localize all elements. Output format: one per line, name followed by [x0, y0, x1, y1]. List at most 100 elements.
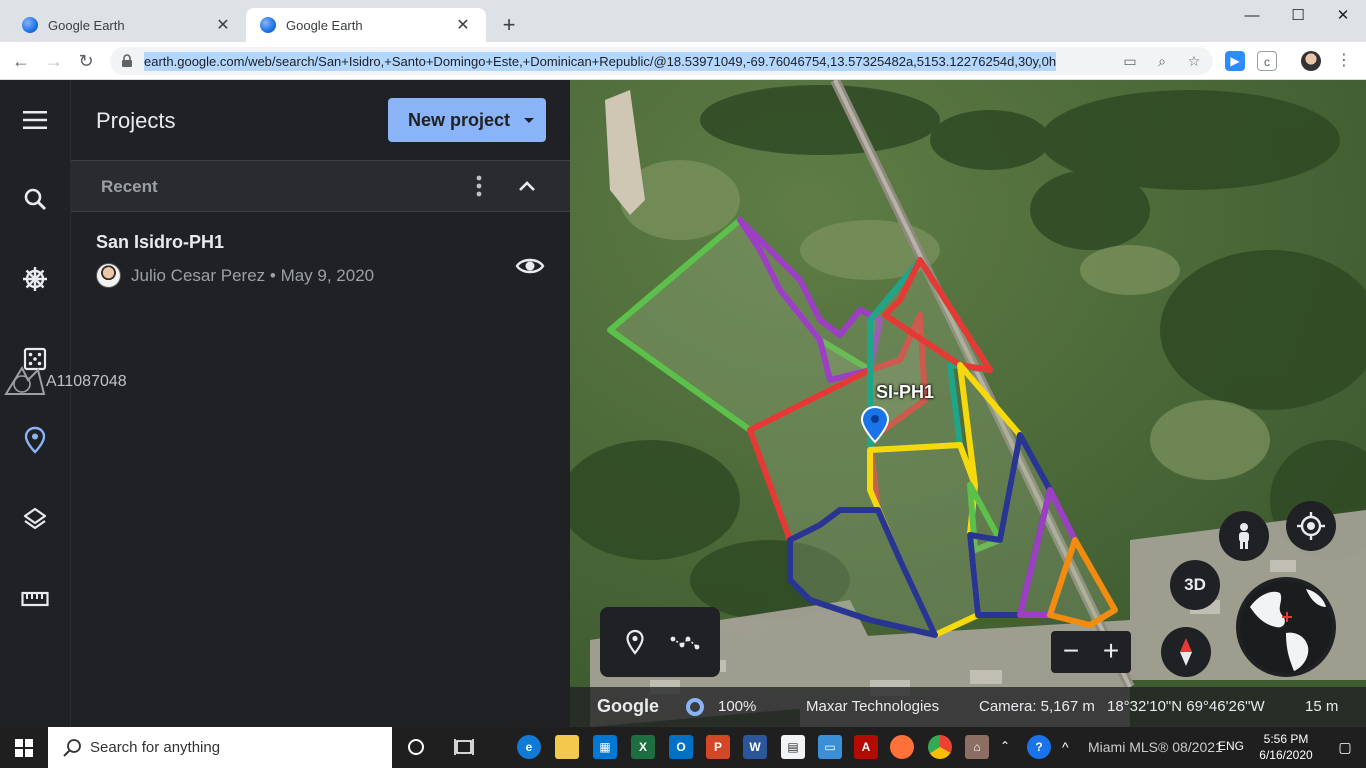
my-location-button[interactable] [1286, 501, 1336, 551]
visibility-eye-icon[interactable] [515, 251, 545, 281]
extension-icon[interactable]: c [1257, 51, 1277, 71]
mls-logo-icon [4, 365, 46, 395]
address-url[interactable]: earth.google.com/web/search/San+Isidro,+… [144, 51, 1057, 71]
voyager-wheel-icon[interactable] [15, 259, 55, 299]
zoom-icon[interactable]: ⌕ [1152, 52, 1172, 70]
powerpoint-icon[interactable]: P [706, 735, 730, 759]
file-explorer-icon[interactable] [555, 735, 579, 759]
browser-tab[interactable]: Google Earth ✕ [8, 8, 246, 42]
chevron-up-icon[interactable] [514, 173, 540, 199]
tray-chevron-icon[interactable]: ^ [1062, 739, 1069, 755]
chrome-icon[interactable] [928, 735, 952, 759]
back-button[interactable]: ← [8, 48, 34, 74]
minimize-window-button[interactable]: — [1229, 4, 1275, 28]
close-window-button[interactable]: ✕ [1320, 4, 1366, 28]
new-tab-button[interactable]: + [496, 12, 522, 38]
close-tab-icon[interactable]: ✕ [214, 15, 232, 35]
pegman-icon [1239, 523, 1249, 549]
new-project-label: New project [408, 109, 511, 130]
earth-left-rail [0, 80, 70, 727]
profile-avatar[interactable] [1301, 51, 1321, 71]
remote-desktop-icon[interactable]: ▭ [818, 735, 842, 759]
help-icon[interactable]: ? [1027, 735, 1051, 759]
search-placeholder: Search for anything [90, 739, 221, 756]
scale-label: 15 m [1305, 698, 1339, 715]
recent-label: Recent [101, 177, 158, 196]
google-logo: Google [597, 696, 659, 716]
overview-globe[interactable] [1236, 577, 1336, 677]
more-options-icon[interactable] [469, 173, 489, 199]
imagery-attribution[interactable]: Maxar Technologies [806, 698, 939, 715]
tab-title: Google Earth [286, 17, 363, 33]
lock-icon [122, 54, 132, 67]
tray-watermark: Miami MLS® 08/2021 [1088, 739, 1223, 755]
browser-toolbar: ← → ↻ earth.google.com/web/search/San+Is… [0, 42, 1366, 80]
avatar [96, 263, 121, 288]
pegman-street-view-button[interactable] [1219, 511, 1269, 561]
store-icon[interactable]: ▦ [593, 735, 617, 759]
main-menu-icon[interactable] [15, 100, 55, 140]
load-percent: 100% [718, 698, 757, 715]
excel-icon[interactable]: X [631, 735, 655, 759]
search-icon[interactable] [15, 179, 55, 219]
outlook-icon[interactable]: O [669, 735, 693, 759]
bookmark-star-icon[interactable]: ☆ [1184, 52, 1204, 70]
notifications-icon[interactable]: ▢ [1336, 735, 1354, 759]
placemark-label[interactable]: SI-PH1 [876, 382, 934, 403]
tray-overflow-icon[interactable]: ⌃ [1000, 739, 1010, 753]
new-project-button[interactable]: New project [388, 98, 546, 142]
measure-ruler-icon[interactable] [15, 579, 55, 619]
maximize-window-button[interactable]: ☐ [1275, 4, 1321, 28]
add-placemark-icon[interactable] [620, 627, 650, 657]
google-earth-favicon-icon [22, 17, 38, 33]
watermark-id: A11087048 [46, 373, 127, 390]
panel-title: Projects [96, 108, 176, 133]
projects-pin-icon[interactable] [15, 420, 55, 460]
caret-down-icon [524, 117, 535, 123]
toggle-3d-button[interactable]: 3D [1170, 560, 1220, 610]
taskbar-clock[interactable]: 5:56 PM 6/16/2020 [1250, 731, 1322, 763]
forward-button[interactable]: → [41, 48, 67, 74]
browser-tab-active[interactable]: Google Earth ✕ [246, 8, 486, 42]
compass-needle-icon [1180, 638, 1192, 666]
cortana-icon[interactable] [404, 735, 428, 759]
drawing-tools-panel [600, 607, 720, 677]
project-meta: Julio Cesar Perez • May 9, 2020 [131, 266, 375, 285]
browser-tab-strip: Google Earth ✕ Google Earth ✕ + — ☐ ✕ [0, 0, 1366, 42]
google-earth-favicon-icon [260, 17, 276, 33]
globe-icon [1240, 581, 1332, 673]
taskbar-search[interactable]: Search for anything [48, 727, 392, 768]
windows-logo-icon [15, 738, 33, 757]
projects-panel: Projects New project Recent San Isidro-P… [70, 80, 571, 727]
task-view-icon[interactable] [452, 735, 476, 759]
word-icon[interactable]: W [743, 735, 767, 759]
zoom-in-button[interactable]: + [1095, 636, 1127, 668]
reload-button[interactable]: ↻ [73, 48, 99, 74]
camera-altitude: Camera: 5,167 m [979, 698, 1095, 715]
zoom-out-button[interactable]: − [1055, 636, 1087, 668]
firefox-icon[interactable] [890, 735, 914, 759]
cast-icon[interactable]: ▭ [1120, 52, 1140, 70]
listing-watermark: A11087048 [4, 364, 127, 400]
acrobat-icon[interactable]: A [854, 735, 878, 759]
placemark-pin-icon[interactable] [860, 406, 890, 444]
draw-line-icon[interactable] [670, 627, 700, 657]
project-name[interactable]: San Isidro-PH1 [96, 232, 224, 253]
zoom-controls: − + [1051, 631, 1131, 673]
map-style-layers-icon[interactable] [15, 499, 55, 539]
zoom-extension-icon[interactable]: ▶ [1225, 51, 1245, 71]
chrome-menu-icon[interactable]: ⋮ [1334, 51, 1354, 71]
edge-browser-icon[interactable]: e [517, 735, 541, 759]
windows-taskbar: Search for anything e ▦ X O P W ▤ ▭ A ⌂ … [0, 727, 1366, 768]
start-button[interactable] [0, 727, 48, 768]
clock-time: 5:56 PM [1263, 732, 1309, 746]
compass-button[interactable] [1161, 627, 1211, 677]
document-icon[interactable]: ▤ [781, 735, 805, 759]
tray-language[interactable]: ENG [1218, 739, 1244, 753]
loading-ring-icon [686, 698, 704, 716]
app-icon[interactable]: ⌂ [965, 735, 989, 759]
map-canvas[interactable]: SI-PH1 3D − + Google 100% Maxar Technolo… [570, 80, 1366, 727]
close-tab-icon[interactable]: ✕ [454, 15, 472, 35]
tab-title: Google Earth [48, 17, 125, 33]
address-bar[interactable]: earth.google.com/web/search/San+Isidro,+… [110, 47, 1213, 75]
